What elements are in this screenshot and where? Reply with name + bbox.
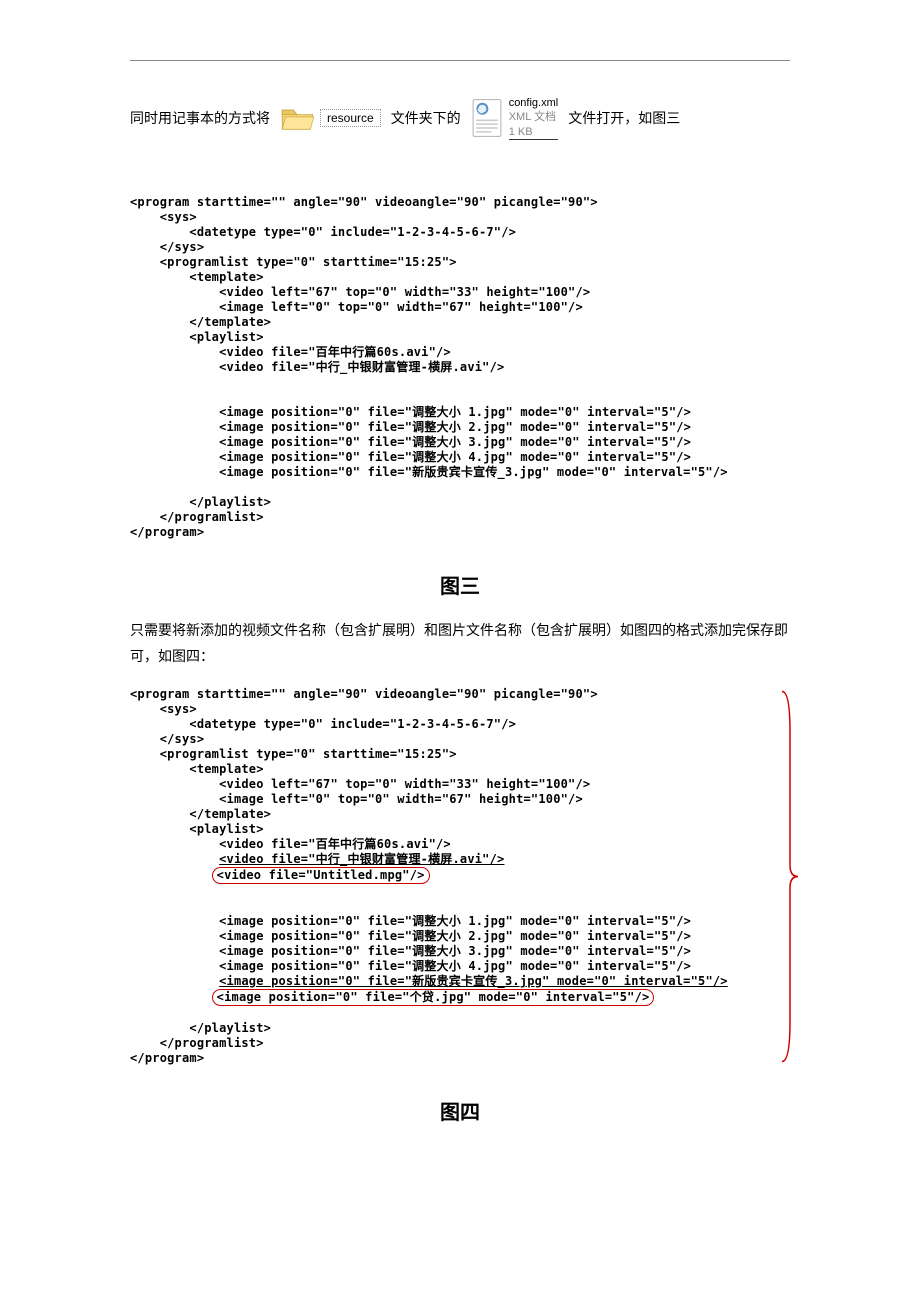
intro-text-2: 文件夹下的: [391, 108, 461, 128]
caption-2: 图四: [130, 1096, 790, 1125]
underlined-image-line: <image position="0" file="新版贵宾卡宣传_3.jpg"…: [219, 974, 728, 988]
highlight-new-video: <video file="Untitled.mpg"/>: [212, 867, 430, 884]
paragraph-1: 只需要将新添加的视频文件名称（包含扩展明）和图片文件名称（包含扩展明）如图四的格…: [130, 619, 790, 672]
intro-text-1: 同时用记事本的方式将: [130, 108, 270, 128]
folder-icon: [280, 103, 316, 133]
underlined-video-line: <video file="中行_中银财富管理-横屏.avi"/>: [219, 852, 504, 866]
page-divider: [130, 60, 790, 61]
caption-1: 图三: [130, 570, 790, 599]
file-name: config.xml: [509, 96, 559, 110]
config-file-icon: config.xml XML 文档 1 KB: [471, 96, 559, 140]
intro-text-3: 文件打开，如图三: [568, 108, 680, 128]
file-meta: config.xml XML 文档 1 KB: [509, 96, 559, 140]
resource-folder-icon: resource: [280, 103, 381, 133]
code-block-1: <program starttime="" angle="90" videoan…: [130, 195, 790, 540]
file-size: 1 KB: [509, 125, 559, 140]
intro-line: 同时用记事本的方式将 resource 文件夹下的 conf: [130, 96, 790, 140]
highlight-new-image: <image position="0" file="个贷.jpg" mode="…: [212, 989, 655, 1006]
right-curly-bracket: [780, 687, 800, 1066]
document-icon: [471, 98, 503, 138]
code-block-2-wrap: <program starttime="" angle="90" videoan…: [130, 687, 790, 1066]
code-block-2: <program starttime="" angle="90" videoan…: [130, 687, 790, 1066]
folder-label: resource: [320, 109, 381, 127]
file-type: XML 文档: [509, 110, 559, 124]
